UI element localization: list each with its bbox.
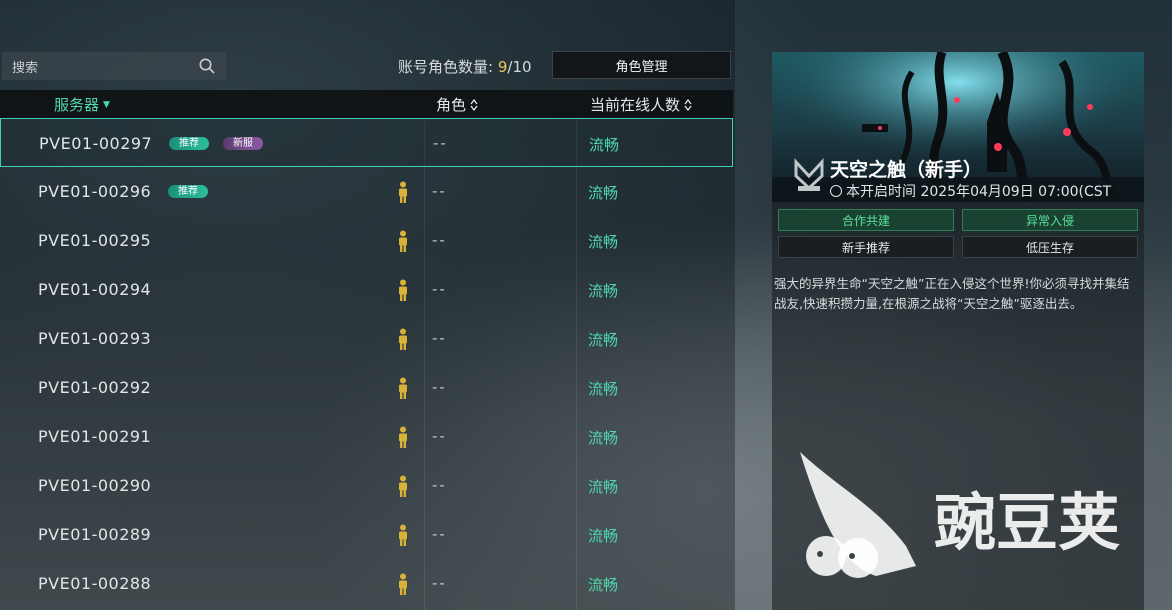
role-value: -- (432, 574, 447, 592)
server-name: PVE01-00289 (38, 525, 152, 544)
online-status: 流畅 (588, 233, 619, 251)
role-value: -- (432, 329, 447, 347)
role-value: -- (432, 231, 447, 249)
sort-online[interactable]: 当前在线人数 (590, 94, 692, 115)
online-status: 流畅 (588, 576, 619, 594)
header-server-label: 服务器 (54, 96, 100, 114)
server-name: PVE01-00288 (38, 574, 152, 593)
server-name: PVE01-00294 (38, 280, 152, 299)
online-status: 流畅 (588, 380, 619, 398)
sort-icon (684, 98, 692, 111)
recommend-badge: 推荐 (169, 137, 209, 150)
server-row[interactable]: PVE01-00290 -- 流畅 (0, 461, 733, 510)
role-value: -- (432, 427, 447, 445)
role-value: -- (432, 182, 447, 200)
character-icon (399, 377, 407, 399)
role-value: -- (432, 525, 447, 543)
chevron-down-icon: ▼ (103, 99, 110, 110)
search-input[interactable]: 搜索 (2, 52, 226, 80)
role-count: 账号角色数量: 9/10 (398, 56, 532, 77)
role-count-label: 账号角色数量: (398, 58, 498, 76)
server-row[interactable]: PVE01-00292 -- 流畅 (0, 363, 733, 412)
server-list: PVE01-00297 推荐 新服 -- 流畅 PVE01-00296 推荐 -- 流畅 PVE0… (0, 118, 733, 608)
role-value: -- (432, 476, 447, 494)
clock-icon (830, 185, 842, 197)
role-value: -- (433, 134, 448, 152)
server-title: 天空之触（新手） (830, 159, 983, 181)
server-name: PVE01-00290 (38, 476, 152, 495)
role-count-max: 10 (512, 58, 532, 76)
open-time-value: 2025年04月09日 07:00(CST (920, 184, 1112, 200)
server-description: 强大的异界生命“天空之触”正在入侵这个世界!你必须寻找并集结战友,快速积攒力量,… (774, 276, 1130, 311)
online-status: 流畅 (588, 184, 619, 202)
server-row[interactable]: PVE01-00288 -- 流畅 (0, 559, 733, 608)
sort-server[interactable]: 服务器 ▼ (54, 94, 110, 115)
header-online-label: 当前在线人数 (590, 96, 681, 114)
tag-invasion: 异常入侵 (962, 209, 1138, 231)
server-name: PVE01-00291 (38, 427, 152, 446)
character-icon (399, 181, 407, 203)
server-row[interactable]: PVE01-00297 推荐 新服 -- 流畅 (0, 118, 733, 167)
online-status: 流畅 (588, 478, 619, 496)
recommend-badge: 推荐 (168, 185, 208, 198)
server-row[interactable]: PVE01-00295 -- 流畅 (0, 216, 733, 265)
role-value: -- (432, 378, 447, 396)
character-icon (399, 279, 407, 301)
character-icon (399, 426, 407, 448)
character-icon (399, 475, 407, 497)
tag-newbie: 新手推荐 (778, 236, 954, 258)
header-role-label: 角色 (436, 96, 467, 114)
open-time-label: 本开启时间 (846, 184, 921, 200)
tag-survival: 低压生存 (962, 236, 1138, 258)
server-name: PVE01-00297 (39, 134, 153, 153)
search-icon[interactable] (198, 57, 216, 75)
online-status: 流畅 (588, 429, 619, 447)
table-header: 服务器 ▼ 角色 当前在线人数 (0, 90, 733, 118)
character-icon (399, 573, 407, 595)
game-logo-icon (794, 158, 824, 191)
server-row[interactable]: PVE01-00296 推荐 -- 流畅 (0, 167, 733, 216)
server-row[interactable]: PVE01-00294 -- 流畅 (0, 265, 733, 314)
watermark-logo: 豌豆荚 (800, 452, 1120, 578)
search-placeholder: 搜索 (12, 60, 39, 76)
server-name: PVE01-00295 (38, 231, 152, 250)
role-manage-button[interactable]: 角色管理 (552, 51, 731, 79)
tag-coop: 合作共建 (778, 209, 954, 231)
open-time: 本开启时间 2025年04月09日 07:00(CST (830, 181, 1140, 201)
server-tags: 合作共建 异常入侵 新手推荐 低压生存 (778, 209, 1139, 258)
sort-icon (470, 98, 478, 111)
role-count-current: 9 (497, 58, 508, 76)
online-status: 流畅 (588, 282, 619, 300)
online-status: 流畅 (589, 136, 620, 154)
server-row[interactable]: PVE01-00293 -- 流畅 (0, 314, 733, 363)
character-icon (399, 524, 407, 546)
character-icon (399, 230, 407, 252)
sort-role[interactable]: 角色 (436, 94, 478, 115)
watermark-text: 豌豆荚 (934, 486, 1120, 559)
new-server-badge: 新服 (223, 137, 263, 150)
server-name: PVE01-00296 (38, 182, 152, 201)
online-status: 流畅 (588, 527, 619, 545)
server-row[interactable]: PVE01-00289 -- 流畅 (0, 510, 733, 559)
server-name: PVE01-00292 (38, 378, 152, 397)
character-icon (399, 328, 407, 350)
role-value: -- (432, 280, 447, 298)
server-row[interactable]: PVE01-00291 -- 流畅 (0, 412, 733, 461)
online-status: 流畅 (588, 331, 619, 349)
server-name: PVE01-00293 (38, 329, 152, 348)
